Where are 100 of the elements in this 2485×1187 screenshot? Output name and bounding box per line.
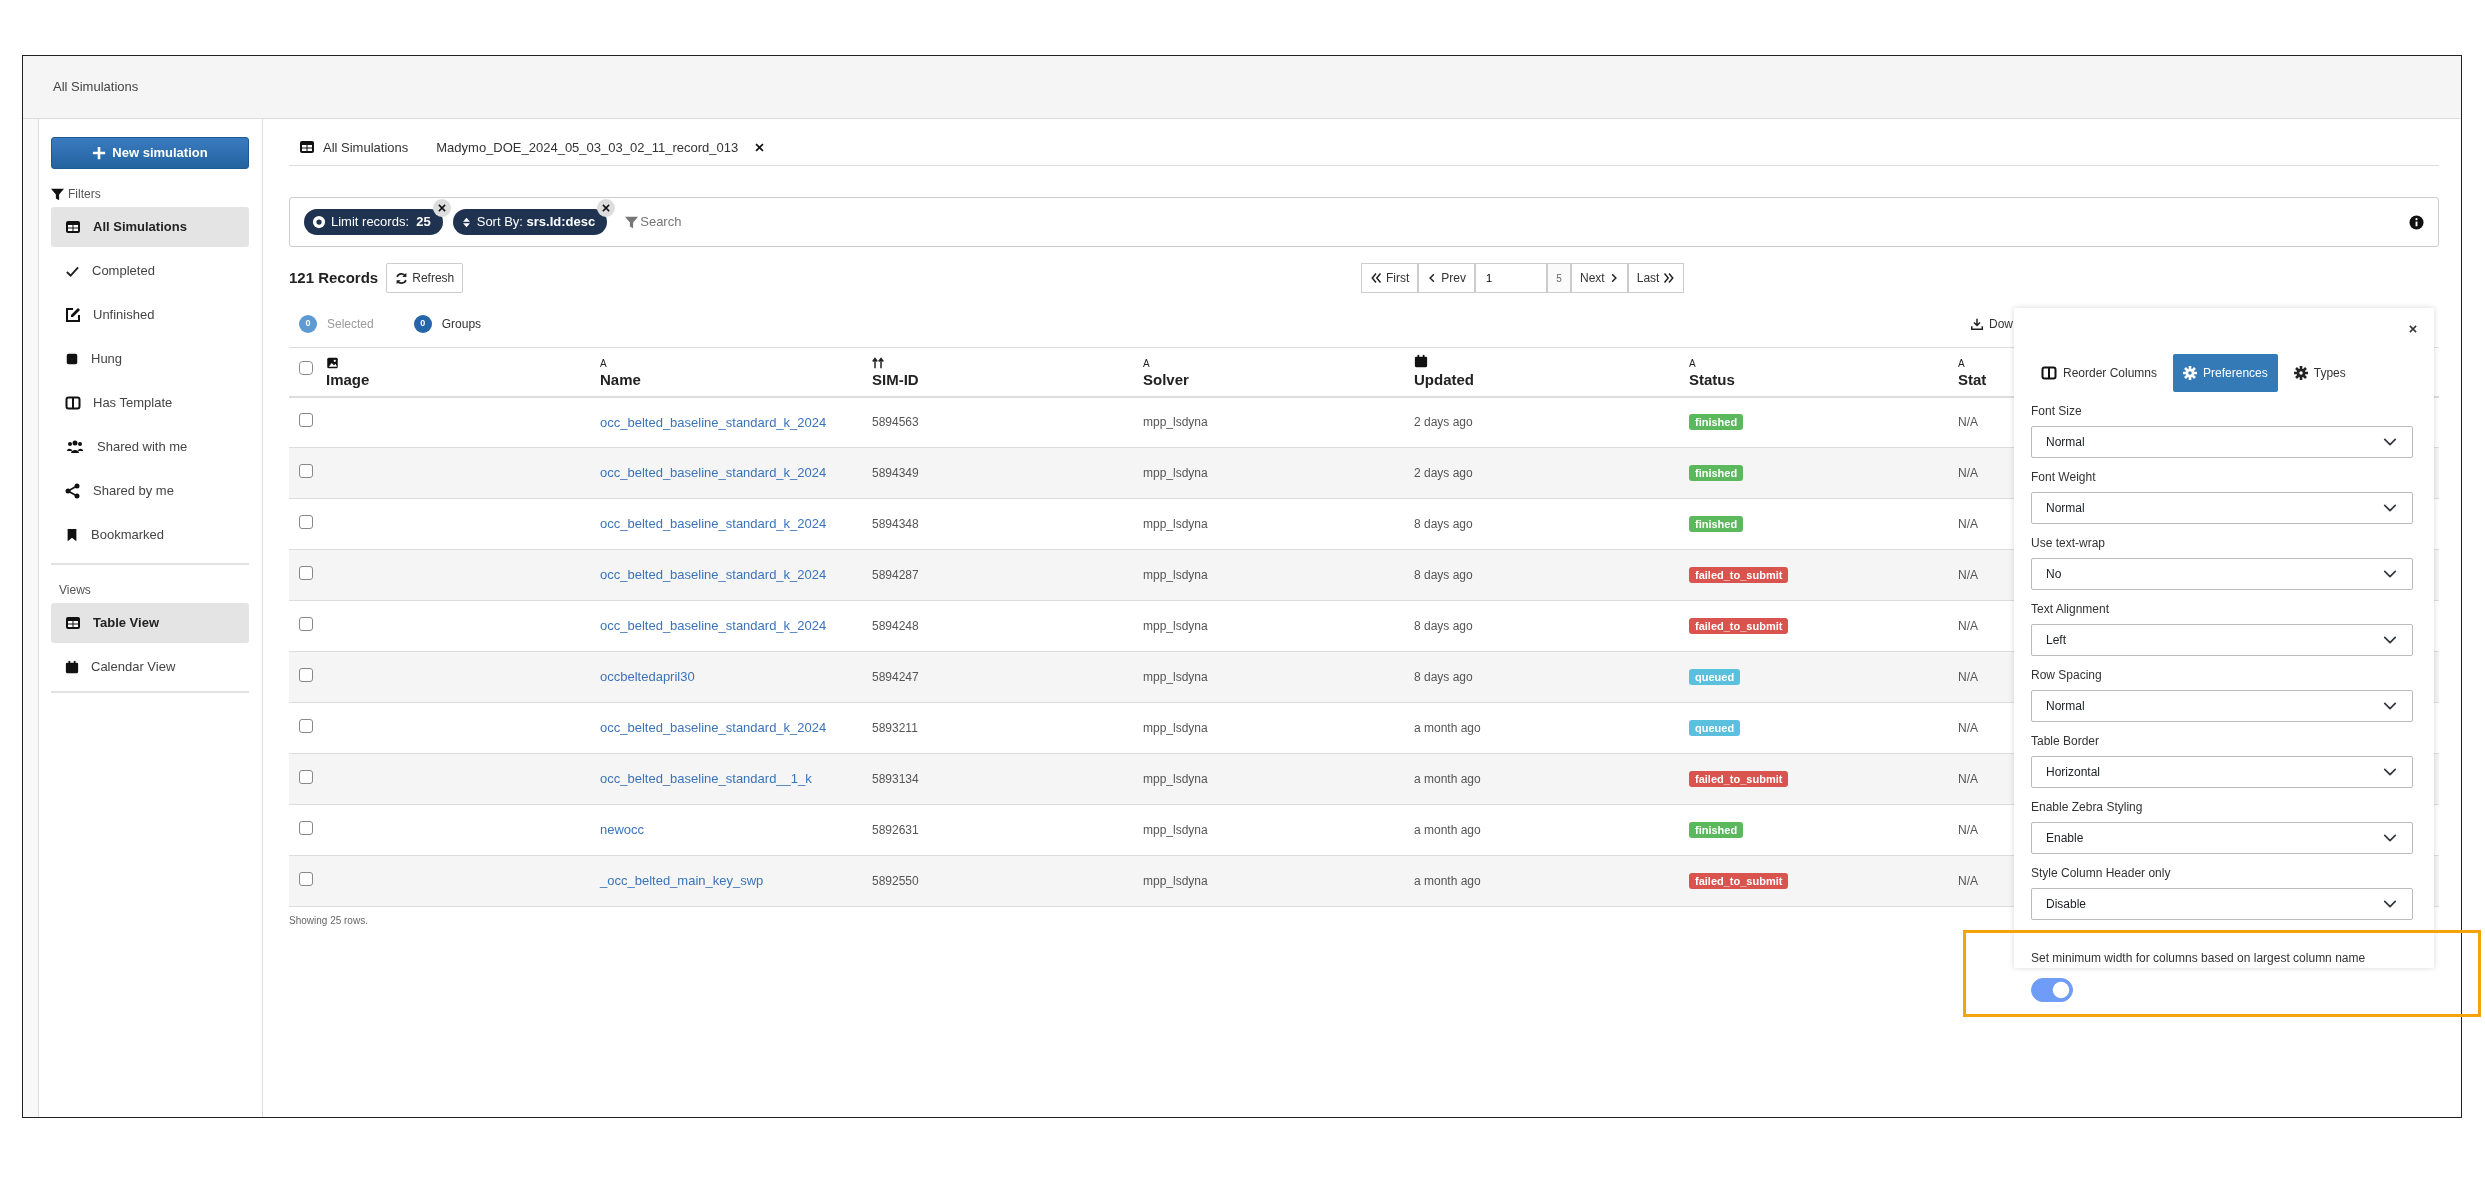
column-header[interactable]: Stat	[1958, 371, 1987, 389]
row-checkbox[interactable]	[299, 566, 313, 581]
table-cell: N/A	[1958, 517, 1978, 532]
sidebar-item[interactable]: Table View	[51, 603, 249, 643]
remove-button[interactable]	[432, 199, 451, 217]
sidebar-item[interactable]: Has Template	[51, 383, 249, 423]
sidebar-item[interactable]: Shared with me	[51, 427, 249, 467]
table-icon	[299, 139, 315, 156]
table-icon	[65, 615, 81, 631]
dropdown[interactable]: Normal	[2031, 690, 2413, 722]
last-page-button[interactable]: Last	[1627, 263, 1685, 293]
page-total: 5	[1547, 263, 1571, 293]
bookmark-icon	[65, 527, 79, 543]
table-cell: N/A	[1958, 874, 1978, 889]
simulation-link[interactable]: occbeltedapril30	[600, 669, 695, 685]
filter-icon	[625, 215, 639, 229]
tab[interactable]: Madymo_DOE_2024_05_03_03_02_11_record_013	[436, 137, 766, 157]
first-page-button[interactable]: First	[1361, 263, 1419, 293]
plus-icon	[92, 146, 107, 160]
simulation-link[interactable]: newocc	[600, 822, 645, 838]
dropdown[interactable]: Normal	[2031, 426, 2413, 458]
dropdown[interactable]: Disable	[2031, 888, 2413, 920]
sidebar-item[interactable]: Unfinished	[51, 295, 249, 335]
select-all-checkbox[interactable]	[299, 360, 313, 375]
previous-page-button[interactable]: Prev	[1418, 263, 1475, 293]
users-icon	[65, 439, 85, 455]
row-checkbox[interactable]	[299, 617, 313, 632]
field-label: Style Column Header only	[2031, 865, 2172, 882]
refresh-button[interactable]: Refresh	[386, 263, 464, 293]
filter-chip[interactable]: Limit records: 25	[304, 209, 443, 235]
dropdown[interactable]: Left	[2031, 624, 2413, 656]
sidebar-item[interactable]: All Simulations	[51, 207, 249, 247]
row-checkbox[interactable]	[299, 668, 313, 683]
text-type-icon: A	[1689, 359, 1958, 370]
panel-tab[interactable]: Preferences	[2173, 354, 2278, 392]
simulation-link[interactable]: occ_belted_baseline_standard_k_2024	[600, 720, 827, 736]
column-header[interactable]: Name	[600, 371, 641, 389]
dropdown[interactable]: No	[2031, 558, 2413, 590]
sidebar-item[interactable]: Calendar View	[51, 647, 249, 687]
row-checkbox[interactable]	[299, 770, 313, 785]
field-label: Font Size	[2031, 403, 2083, 420]
table-cell: 2 days ago	[1414, 415, 1473, 430]
sidebar-item[interactable]: Bookmarked	[51, 515, 249, 555]
simulation-link[interactable]: occ_belted_baseline_standard_k_2024	[600, 618, 827, 634]
table-cell: a month ago	[1414, 874, 1481, 889]
dropdown[interactable]: Normal	[2031, 492, 2413, 524]
table-cell: N/A	[1958, 772, 1978, 787]
table-cell: a month ago	[1414, 772, 1481, 787]
toggle-switch[interactable]	[2031, 978, 2073, 1002]
table-cell: mpp_lsdyna	[1143, 619, 1208, 634]
row-checkbox[interactable]	[299, 515, 313, 530]
remove-button[interactable]	[597, 199, 616, 217]
filter-chip[interactable]: Sort By: srs.Id:desc	[452, 209, 608, 235]
table-cell: 5893134	[872, 772, 919, 787]
table-cell: 5893211	[872, 721, 918, 736]
double-chevron-left-icon	[1370, 272, 1382, 284]
status-badge: finished	[1689, 465, 1744, 482]
simulation-link[interactable]: occ_belted_baseline_standard_k_2024	[600, 414, 827, 430]
row-checkbox[interactable]	[299, 821, 313, 836]
new-simulation-button[interactable]: New simulation	[51, 137, 249, 169]
column-header[interactable]: Solver	[1143, 371, 1189, 389]
status-badge: finished	[1689, 516, 1744, 533]
table-cell: mpp_lsdyna	[1143, 415, 1208, 430]
row-checkbox[interactable]	[299, 719, 313, 734]
page-title: All Simulations	[53, 78, 139, 97]
square-icon	[65, 352, 79, 366]
table-cell: a month ago	[1414, 823, 1481, 838]
table-cell: 8 days ago	[1414, 517, 1473, 532]
field-label: Row Spacing	[2031, 667, 2103, 684]
tab[interactable]: All Simulations	[299, 137, 409, 157]
remove-icon	[436, 203, 447, 213]
status-badge: failed_to_submit	[1689, 618, 1789, 635]
table-cell: 5894563	[872, 415, 919, 430]
counter-toggle[interactable]: 0 Groups	[413, 315, 482, 333]
column-header[interactable]: Image	[326, 371, 370, 389]
table-cell: N/A	[1958, 466, 1978, 481]
simulation-link[interactable]: _occ_belted_main_key_swp	[600, 873, 764, 889]
row-checkbox[interactable]	[299, 872, 313, 887]
page-field[interactable]: 1	[1475, 263, 1547, 293]
panel-tab[interactable]: Reorder Columns	[2031, 354, 2168, 392]
table-cell: N/A	[1958, 721, 1978, 736]
column-header[interactable]: SIM-ID	[872, 371, 919, 389]
sidebar-item[interactable]: Shared by me	[51, 471, 249, 511]
row-checkbox[interactable]	[299, 413, 313, 428]
simulation-link[interactable]: occ_belted_baseline_standard_k_2024	[600, 516, 827, 532]
close-icon	[2408, 323, 2418, 334]
column-header[interactable]: Status	[1689, 371, 1735, 389]
download-link[interactable]: Dow	[1971, 315, 2013, 333]
dropdown[interactable]: Horizontal	[2031, 756, 2413, 788]
panel-tab[interactable]: Types	[2283, 354, 2356, 392]
table-cell: 5894349	[872, 466, 919, 481]
dropdown[interactable]: Enable	[2031, 822, 2413, 854]
sidebar-item[interactable]: Completed	[51, 251, 249, 291]
gear-icon	[2183, 366, 2198, 380]
row-checkbox[interactable]	[299, 464, 313, 479]
refresh-icon	[395, 271, 409, 285]
status-badge: finished	[1689, 414, 1744, 431]
next-page-button[interactable]: Next	[1571, 263, 1628, 293]
sidebar-item[interactable]: Hung	[51, 339, 249, 379]
column-header[interactable]: Updated	[1414, 371, 1474, 389]
